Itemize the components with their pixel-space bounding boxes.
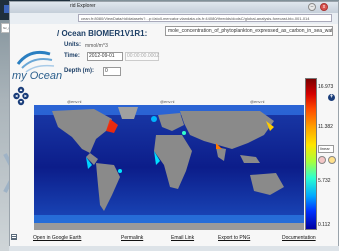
minimize-button[interactable]: – xyxy=(308,3,316,11)
time-time-select[interactable]: 00:00:00.000Z xyxy=(125,52,159,61)
permalink-link[interactable]: Permalink xyxy=(121,235,143,241)
time-date-select[interactable]: 2012-09-01 xyxy=(87,52,123,61)
map-watermark: @env.nl xyxy=(160,99,175,104)
units-label: Units: xyxy=(64,42,81,48)
colorbar-max-label: 16.973 xyxy=(318,84,334,90)
map-watermark: @env.nl xyxy=(67,99,82,104)
pan-control-icon[interactable] xyxy=(13,86,29,106)
scale-select[interactable]: linear xyxy=(318,145,334,153)
status-bar xyxy=(9,246,339,251)
open-in-google-earth-link[interactable]: Open in Google Earth xyxy=(33,235,81,241)
address-bar: cean.fr:8080/ViewData/rid/datasets?...p:… xyxy=(10,13,338,24)
logo-text: my Ocean xyxy=(12,70,63,82)
units-value: mmol/m^3 xyxy=(85,43,108,49)
colorbar-upper-label: 11.382 xyxy=(318,124,333,130)
colorbar-lower-label: 5.732 xyxy=(318,178,331,184)
zoom-in-button[interactable]: + xyxy=(328,94,335,101)
depth-label: Depth (m): xyxy=(64,68,94,74)
close-button[interactable]: x xyxy=(320,3,328,11)
window-title: rid Explorer xyxy=(70,3,96,9)
email-link[interactable]: Email Link xyxy=(171,235,194,241)
auto-scale-button[interactable] xyxy=(328,156,336,164)
export-png-link[interactable]: Export to PNG xyxy=(218,235,250,241)
time-label: Time: xyxy=(64,53,80,59)
reset-scale-button[interactable] xyxy=(318,156,326,164)
url-input[interactable]: cean.fr:8080/ViewData/rid/datasets?...p:… xyxy=(78,14,332,22)
colorbar xyxy=(305,78,317,230)
documentation-link[interactable]: Documentation xyxy=(282,235,316,241)
myocean-logo-icon xyxy=(16,50,55,73)
window-titlebar: rid Explorer – x xyxy=(10,2,338,13)
layers-icon[interactable] xyxy=(10,233,18,241)
world-map[interactable] xyxy=(34,105,304,230)
product-label: / Ocean BIOMER1V1R1: xyxy=(57,29,148,38)
colorbar-min-label: 0.112 xyxy=(318,222,331,228)
variable-select[interactable]: mole_concentration_of_phytoplankton_expr… xyxy=(165,26,333,36)
map-watermark: @env.nl xyxy=(250,99,265,104)
depth-select[interactable]: 0 xyxy=(103,67,121,76)
